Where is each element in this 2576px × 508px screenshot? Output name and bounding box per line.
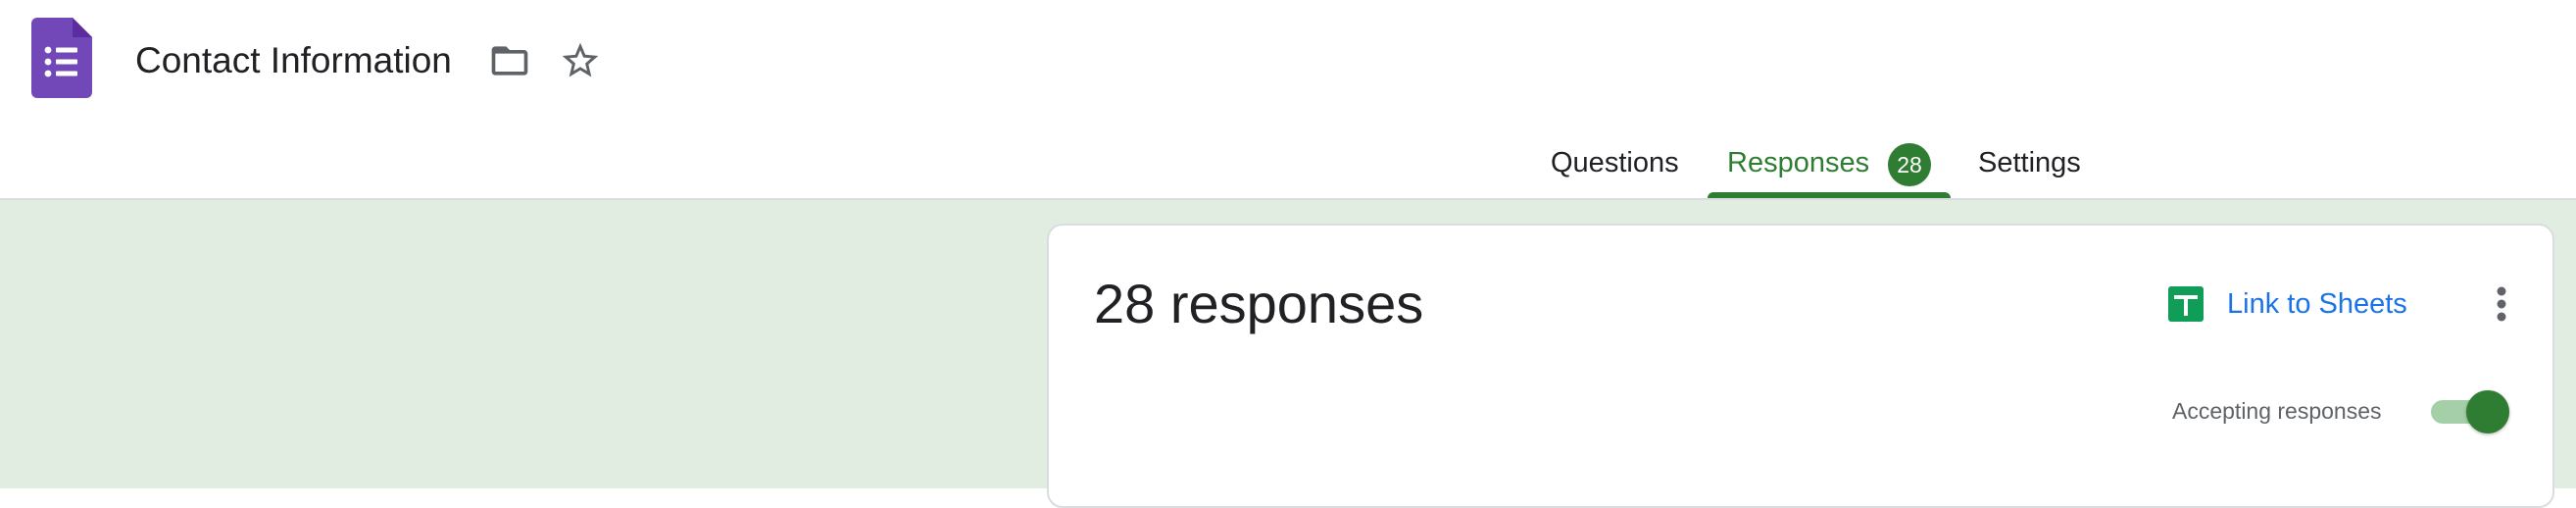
link-to-sheets-button[interactable]: Link to Sheets — [2168, 282, 2407, 326]
tab-questions[interactable]: Questions — [1551, 137, 1679, 188]
toggle-thumb — [2466, 390, 2509, 433]
accepting-responses-label: Accepting responses — [2172, 398, 2382, 424]
responses-count-badge: 28 — [1888, 143, 1931, 186]
move-to-folder-button[interactable] — [480, 31, 539, 90]
active-tab-indicator — [1708, 192, 1951, 198]
tab-responses[interactable]: Responses — [1727, 137, 1869, 188]
more-vert-icon — [2497, 286, 2506, 322]
google-forms-logo-icon[interactable] — [31, 18, 92, 98]
form-title[interactable]: Contact Information — [135, 33, 452, 88]
more-options-button[interactable] — [2472, 275, 2531, 333]
responses-count-title: 28 responses — [1094, 273, 1424, 334]
link-to-sheets-label: Link to Sheets — [2227, 287, 2407, 320]
google-sheets-icon — [2168, 286, 2204, 322]
folder-icon — [491, 46, 528, 76]
star-outline-icon — [562, 42, 599, 77]
accepting-responses-toggle[interactable] — [2431, 390, 2509, 433]
app-header: Contact Information Questions Responses … — [0, 0, 2576, 200]
tab-settings[interactable]: Settings — [1978, 137, 2081, 188]
star-button[interactable] — [551, 31, 610, 90]
responses-summary-card: 28 responses Link to Sheets Accepting re… — [1047, 224, 2554, 508]
